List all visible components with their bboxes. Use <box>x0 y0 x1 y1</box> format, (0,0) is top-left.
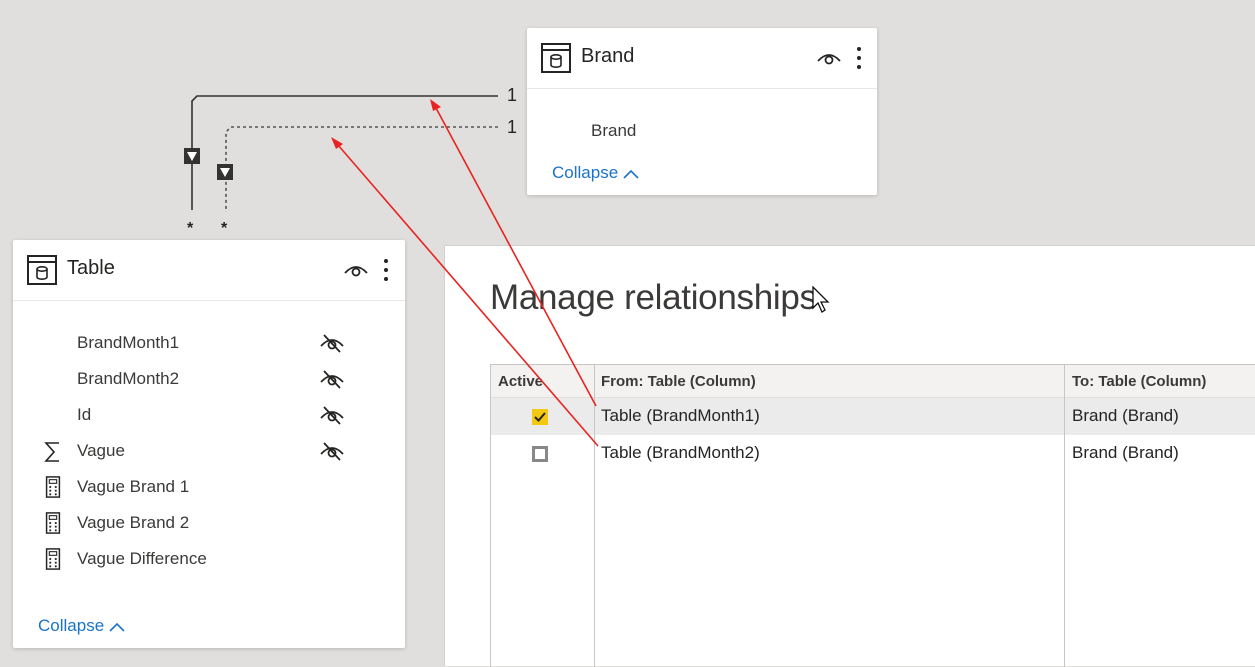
field-brandmonth2[interactable]: BrandMonth2 <box>77 369 179 389</box>
collapse-label: Collapse <box>38 616 105 635</box>
table-icon <box>541 43 571 73</box>
calculator-icon <box>45 476 61 498</box>
more-options-icon[interactable] <box>380 256 392 284</box>
eye-hidden-icon[interactable] <box>319 332 345 354</box>
more-options-icon[interactable] <box>853 44 865 72</box>
calculator-icon <box>45 548 61 570</box>
eye-hidden-icon[interactable] <box>319 440 345 462</box>
checkmark-icon <box>534 412 546 422</box>
active-checkbox[interactable] <box>532 409 548 425</box>
column-header-from[interactable]: From: Table (Column) <box>601 373 756 390</box>
main-table-title: Table <box>67 257 115 279</box>
relationships-grid: Active From: Table (Column) To: Table (C… <box>490 364 1255 667</box>
column-divider <box>1064 365 1065 667</box>
column-header-to[interactable]: To: Table (Column) <box>1072 373 1206 390</box>
field-brandmonth1[interactable]: BrandMonth1 <box>77 333 179 353</box>
main-collapse-link[interactable]: Collapse <box>38 616 126 636</box>
field-vague[interactable]: Vague <box>77 441 125 461</box>
eye-hidden-icon[interactable] <box>319 368 345 390</box>
table-icon <box>27 255 57 285</box>
column-divider <box>594 365 595 667</box>
from-cell: Table (BrandMonth1) <box>601 406 760 425</box>
field-vague-difference[interactable]: Vague Difference <box>77 549 207 569</box>
calculator-icon <box>45 512 61 534</box>
brand-collapse-link[interactable]: Collapse <box>552 163 640 183</box>
active-relationship-line[interactable] <box>184 95 498 210</box>
field-vague-brand-2[interactable]: Vague Brand 2 <box>77 513 189 533</box>
eye-hidden-icon[interactable] <box>319 404 345 426</box>
relationship-row[interactable]: Table (BrandMonth2) Brand (Brand) <box>491 435 1255 472</box>
grid-header: Active From: Table (Column) To: Table (C… <box>491 365 1255 398</box>
manage-relationships-dialog: Manage relationships Active From: Table … <box>444 245 1255 667</box>
sigma-icon <box>44 442 59 462</box>
collapse-label: Collapse <box>552 163 619 182</box>
inactive-many-label: * <box>221 220 228 237</box>
brand-field[interactable]: Brand <box>591 121 636 141</box>
main-table-card[interactable]: Table BrandMonth1 BrandMonth2 Id Vague V… <box>13 240 405 648</box>
inactive-relationship-line[interactable] <box>217 126 498 212</box>
active-many-label: * <box>187 220 194 237</box>
brand-table-card[interactable]: Brand Brand Collapse <box>527 28 877 195</box>
eye-icon[interactable] <box>343 261 369 279</box>
mouse-cursor-icon <box>812 286 830 313</box>
active-checkbox[interactable] <box>532 446 548 462</box>
to-cell: Brand (Brand) <box>1072 443 1179 462</box>
dialog-title: Manage relationships <box>490 278 817 317</box>
brand-table-header[interactable]: Brand <box>527 28 877 89</box>
to-cell: Brand (Brand) <box>1072 406 1179 425</box>
column-header-active[interactable]: Active <box>498 373 543 390</box>
active-one-label: 1 <box>507 85 518 105</box>
inactive-one-label: 1 <box>507 117 518 137</box>
field-id[interactable]: Id <box>77 405 91 425</box>
brand-table-title: Brand <box>581 45 635 67</box>
eye-icon[interactable] <box>816 49 842 67</box>
main-table-header[interactable]: Table <box>13 240 405 301</box>
from-cell: Table (BrandMonth2) <box>601 443 760 462</box>
chevron-up-icon <box>623 169 639 179</box>
field-vague-brand-1[interactable]: Vague Brand 1 <box>77 477 189 497</box>
relationship-row[interactable]: Table (BrandMonth1) Brand (Brand) <box>491 398 1255 435</box>
chevron-up-icon <box>109 622 125 632</box>
